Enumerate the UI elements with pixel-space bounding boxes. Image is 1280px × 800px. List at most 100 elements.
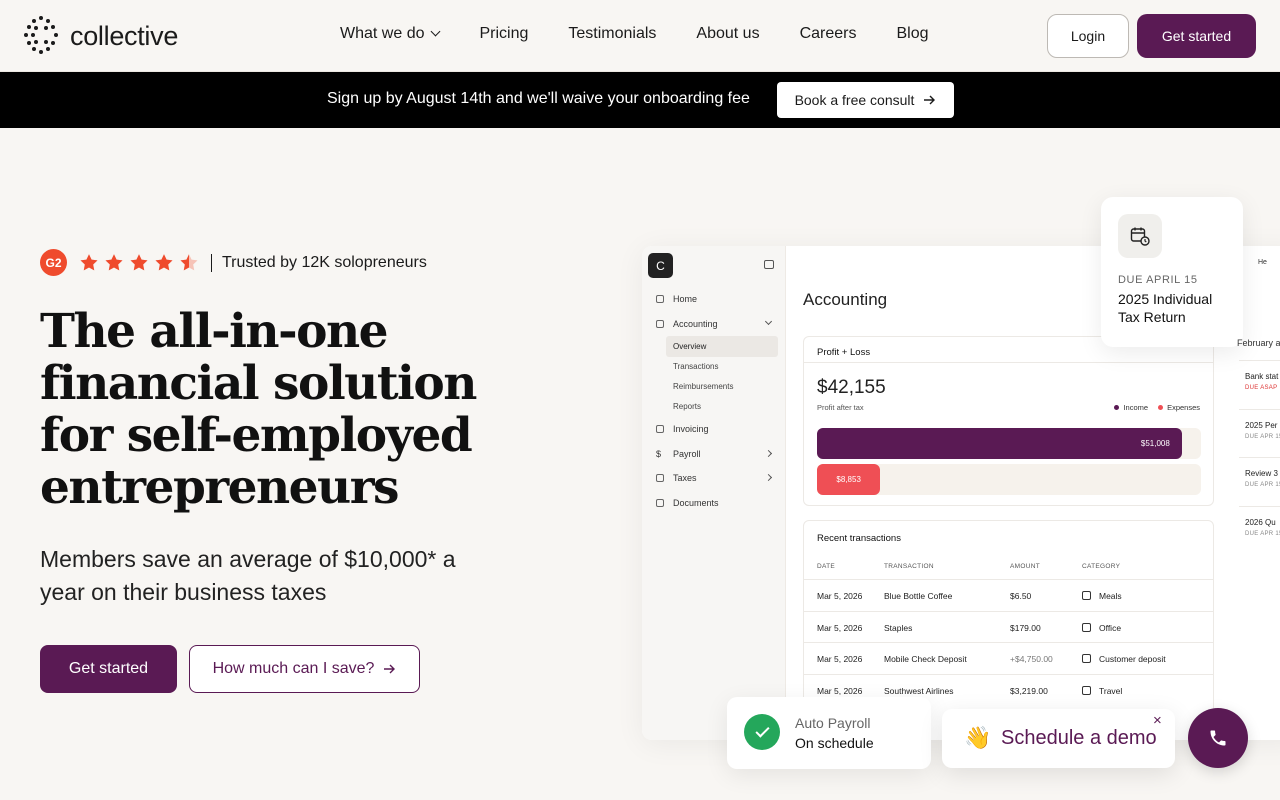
tx-category-label: Customer deposit (1099, 654, 1166, 664)
chevron-down-icon (764, 317, 773, 326)
tx-amount: $6.50 (1010, 591, 1032, 601)
hero-get-started-button[interactable]: Get started (40, 645, 177, 693)
transactions-heading: Recent transactions (817, 533, 901, 544)
task-due: DUE APR 15 (1245, 433, 1280, 440)
tx-name: Blue Bottle Coffee (884, 591, 953, 601)
rating-row: G2 Trusted by 12K solopreneurs (40, 249, 427, 276)
due-label: DUE APRIL 15 (1118, 274, 1198, 286)
due-title: 2025 Individual Tax Return (1118, 291, 1213, 325)
g2-badge-icon: G2 (40, 249, 67, 276)
star-icon (154, 253, 174, 273)
nav-blog[interactable]: Blog (896, 25, 928, 43)
expenses-bar-track: $8,853 (817, 464, 1201, 495)
nav-about-us[interactable]: About us (696, 25, 759, 43)
task-item[interactable]: 2025 Per DUE APR 15 (1239, 408, 1280, 453)
sidebar-item-documents-label: Documents (673, 498, 719, 508)
col-amount: AMOUNT (1010, 563, 1040, 570)
profit-label: Profit after tax (817, 403, 864, 412)
book-icon (656, 320, 664, 328)
tx-date: Mar 5, 2026 (817, 591, 863, 601)
arrow-right-icon (924, 95, 936, 105)
sidebar-item-invoicing-label: Invoicing (673, 424, 709, 434)
chevron-right-icon (764, 473, 773, 482)
sidebar-item-home-label: Home (673, 294, 698, 304)
phone-call-button[interactable] (1188, 708, 1248, 768)
login-button[interactable]: Login (1047, 14, 1129, 58)
expenses-bar: $8,853 (817, 464, 881, 495)
task-title: 2025 Per (1245, 420, 1278, 430)
table-row[interactable]: Mar 5, 2026 Staples $179.00 Office (804, 610, 1213, 642)
task-title: 2026 Qu (1245, 517, 1276, 527)
plane-icon (1082, 685, 1091, 695)
tx-date: Mar 5, 2026 (817, 685, 863, 696)
star-rating (79, 253, 199, 273)
task-title: Review 3 (1245, 469, 1278, 478)
nav-pricing[interactable]: Pricing (479, 25, 528, 43)
tx-name: Southwest Airlines (884, 685, 954, 696)
cash-icon (1082, 654, 1091, 663)
how-much-save-button[interactable]: How much can I save? (189, 645, 420, 693)
promo-text: Sign up by August 14th and we'll waive y… (327, 90, 750, 107)
expenses-dot-icon (1158, 405, 1164, 410)
nav-what-we-do[interactable]: What we do (340, 25, 441, 43)
income-bar-track: $51,008 (817, 428, 1201, 459)
dollar-icon: $ (656, 449, 662, 459)
legend-expenses-label: Expenses (1167, 403, 1200, 412)
tx-name: Staples (884, 622, 913, 633)
arrow-right-icon (384, 664, 396, 674)
nav-links: What we do Pricing Testimonials About us… (340, 25, 929, 43)
tx-category: Meals (1082, 591, 1122, 601)
sidebar-item-home: Home (656, 294, 697, 304)
sidebar-collapse-icon (764, 260, 774, 269)
utensils-icon (1082, 591, 1091, 600)
top-nav: collective What we do Pricing Testimonia… (0, 0, 1280, 72)
star-icon (104, 253, 124, 273)
check-icon (744, 714, 780, 750)
logo-mark-icon (24, 16, 58, 56)
logo-text: collective (70, 20, 179, 51)
divider (211, 253, 212, 272)
close-icon[interactable]: × (1153, 712, 1162, 729)
page-title: Accounting (803, 290, 888, 309)
sidebar-sub-transactions: Transactions (673, 362, 719, 371)
get-started-button[interactable]: Get started (1137, 14, 1256, 58)
sidebar-item-taxes-label: Taxes (673, 473, 697, 483)
hero-subhead: Members save an average of $10,000* a ye… (40, 546, 456, 605)
task-item[interactable]: 2026 Qu DUE APR 15 (1239, 505, 1280, 550)
tx-category: Travel (1082, 685, 1122, 696)
table-row[interactable]: Mar 5, 2026 Blue Bottle Coffee $6.50 Meals (804, 579, 1213, 610)
legend-income: Income (1114, 403, 1148, 412)
table-row[interactable]: Mar 5, 2026 Mobile Check Deposit +$4,750.0… (804, 642, 1213, 673)
trusted-text: Trusted by 12K solopreneurs (222, 253, 427, 271)
task-item[interactable]: Bank stat DUE ASAP (1239, 360, 1280, 404)
sidebar-item-invoicing: Invoicing (656, 424, 709, 434)
month-heading: February ac (1237, 338, 1280, 348)
sidebar-sub-overview: Overview (666, 336, 778, 357)
task-title: Bank stat (1245, 372, 1279, 381)
logo[interactable]: collective (24, 16, 178, 56)
nav-testimonials[interactable]: Testimonials (568, 25, 656, 43)
due-date-card: DUE APRIL 15 2025 Individual Tax Return (1101, 197, 1243, 347)
tx-date: Mar 5, 2026 (817, 654, 863, 664)
sidebar-sub-reimbursements: Reimbursements (673, 382, 734, 391)
chart-legend: Income Expenses (1114, 403, 1200, 412)
app-sidebar: C Home Accounting Overview Transactions … (642, 246, 786, 740)
book-consult-button[interactable]: Book a free consult (777, 82, 954, 118)
task-due: DUE APR 15 (1245, 482, 1280, 488)
star-icon (179, 253, 199, 273)
legend-expenses: Expenses (1158, 403, 1200, 412)
auto-payroll-card: Auto Payroll On schedule (727, 697, 931, 769)
col-transaction: TRANSACTION (884, 563, 934, 570)
payroll-title: Auto Payroll (795, 715, 871, 731)
profit-amount: $42,155 (817, 377, 886, 398)
schedule-demo-card[interactable]: 👋 Schedule a demo × (942, 709, 1175, 768)
nav-careers[interactable]: Careers (800, 25, 857, 43)
promo-banner: Sign up by August 14th and we'll waive y… (0, 72, 1280, 128)
folder-icon (656, 499, 664, 507)
sidebar-item-documents: Documents (656, 498, 719, 508)
sidebar-item-accounting: Accounting (656, 319, 718, 329)
chevron-down-icon (431, 26, 441, 37)
tax-icon (656, 474, 664, 482)
tx-amount: +$4,750.00 (1010, 654, 1053, 664)
task-item[interactable]: Review 3 DUE APR 15 (1239, 457, 1280, 501)
